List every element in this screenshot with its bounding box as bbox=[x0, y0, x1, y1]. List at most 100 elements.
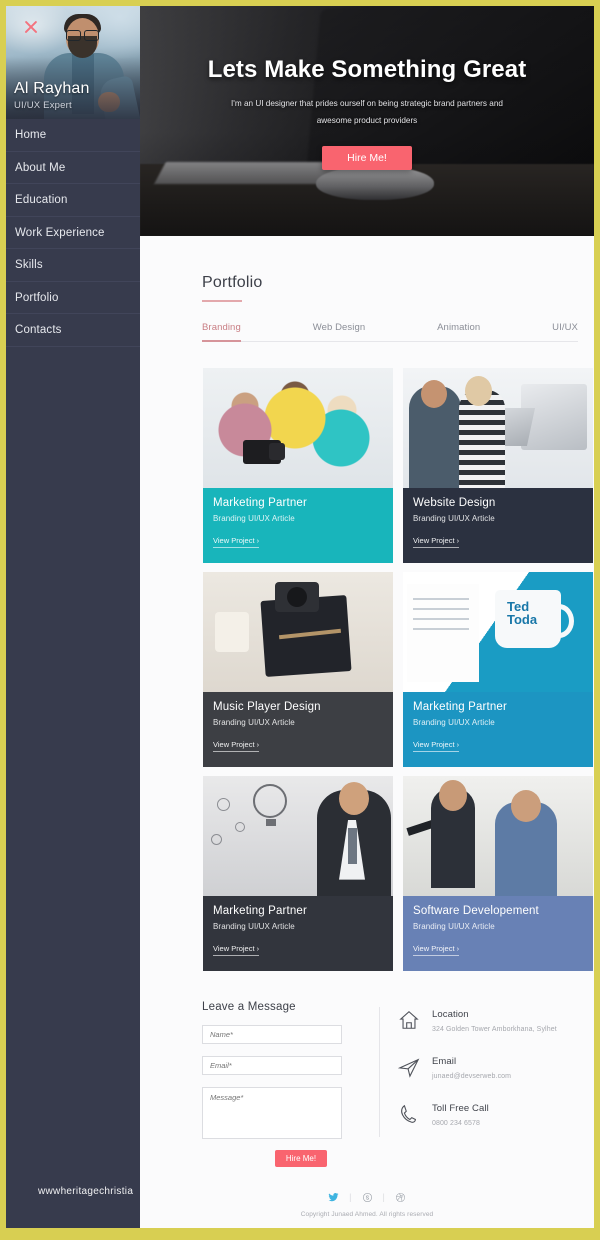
info-label: Toll Free Call bbox=[431, 1102, 489, 1114]
info-value: 324 Golden Tower Amborkhana, Sylhet bbox=[431, 1025, 557, 1033]
sidebar-item-about-me[interactable]: About Me bbox=[6, 152, 140, 184]
glasses-icon bbox=[66, 30, 99, 41]
sidebar-item-portfolio[interactable]: Portfolio bbox=[6, 282, 140, 314]
card-title: Marketing Partner bbox=[213, 904, 307, 917]
sidebar-item-home[interactable]: Home bbox=[6, 119, 140, 152]
copyright-text: Copyright Junaed Ahmed. All rights reser… bbox=[300, 1210, 434, 1218]
hero-subtitle: I'm an UI designer that prides ourself o… bbox=[231, 99, 503, 125]
home-icon bbox=[398, 1009, 432, 1036]
card-title: Marketing Partner bbox=[213, 496, 307, 509]
tab-ui-ux[interactable]: UI/UX bbox=[552, 322, 578, 342]
skype-icon[interactable] bbox=[361, 1191, 374, 1204]
info-value: junaed@devserweb.com bbox=[431, 1072, 512, 1080]
card-subtitle: Branding UI/UX Article bbox=[213, 717, 295, 727]
portfolio-tabs: Branding Web Design Animation UI/UX bbox=[202, 322, 578, 342]
message-field[interactable] bbox=[202, 1086, 342, 1139]
contact-info: Location 324 Golden Tower Amborkhana, Sy… bbox=[397, 1001, 578, 1167]
portfolio-card[interactable]: Marketing Partner Branding UI/UX Article… bbox=[203, 775, 393, 971]
portfolio-grid: Marketing Partner Branding UI/UX Article… bbox=[202, 367, 593, 971]
sidebar: Al Rayhan UI/UX Expert Home About Me Edu… bbox=[6, 6, 140, 1228]
card-image bbox=[203, 367, 393, 488]
person-head bbox=[511, 789, 541, 822]
hire-me-button-hero[interactable]: Hire Me! bbox=[322, 145, 412, 170]
phone-icon bbox=[398, 1103, 432, 1130]
view-project-link[interactable]: View Project › bbox=[413, 740, 460, 752]
card-title: Music Player Design bbox=[213, 700, 321, 713]
page-title: Portfolio bbox=[202, 274, 263, 291]
contact-info-row: Toll Free Call 0800 234 6578 bbox=[398, 1103, 578, 1130]
portfolio-card[interactable]: Marketing Partner Branding UI/UX Article… bbox=[203, 367, 393, 563]
card-title: Software Developement bbox=[413, 904, 539, 917]
candle-shape bbox=[215, 611, 249, 652]
hire-me-button-form[interactable]: Hire Me! bbox=[275, 1149, 327, 1167]
card-subtitle: Branding UI/UX Article bbox=[213, 921, 295, 931]
mug-text: Ted Toda bbox=[507, 598, 538, 628]
send-icon bbox=[397, 1056, 432, 1083]
card-image: Ted Toda bbox=[403, 571, 593, 692]
email-field[interactable] bbox=[202, 1055, 342, 1075]
sidebar-item-education[interactable]: Education bbox=[6, 184, 140, 217]
person-head bbox=[339, 781, 369, 815]
tab-animation[interactable]: Animation bbox=[437, 322, 480, 342]
hero-banner: Lets Make Something Great I'm an UI desi… bbox=[140, 6, 594, 236]
title-underline bbox=[202, 300, 242, 302]
page-root: Al Rayhan UI/UX Expert Home About Me Edu… bbox=[0, 0, 600, 1240]
card-body: Marketing Partner Branding UI/UX Article… bbox=[403, 691, 593, 767]
card-body: Music Player Design Branding UI/UX Artic… bbox=[203, 691, 393, 767]
card-image bbox=[203, 775, 393, 896]
bulb-icon bbox=[211, 833, 222, 845]
view-project-link[interactable]: View Project › bbox=[413, 536, 460, 548]
name-field[interactable] bbox=[202, 1024, 342, 1044]
card-subtitle: Branding UI/UX Article bbox=[413, 921, 495, 931]
dribbble-icon[interactable] bbox=[394, 1191, 407, 1204]
camera-icon bbox=[243, 439, 285, 464]
tab-branding[interactable]: Branding bbox=[202, 322, 241, 342]
lamp-shape bbox=[406, 819, 434, 836]
social-links: | | bbox=[140, 1191, 594, 1204]
hero-content: Lets Make Something Great I'm an UI desi… bbox=[140, 6, 594, 236]
footer: | | Copyright Junaed Ahmed. All rights r… bbox=[140, 1191, 594, 1228]
close-icon[interactable] bbox=[22, 18, 40, 36]
view-project-link[interactable]: View Project › bbox=[213, 536, 260, 548]
hero-title: Lets Make Something Great bbox=[207, 56, 527, 83]
camera-icon bbox=[275, 581, 319, 612]
card-subtitle: Branding UI/UX Article bbox=[413, 717, 495, 727]
card-title: Website Design bbox=[413, 496, 496, 509]
sidebar-item-work-experience[interactable]: Work Experience bbox=[6, 217, 140, 249]
portfolio-card[interactable]: Ted Toda Marketing Partner Branding UI/UX… bbox=[403, 571, 593, 767]
tab-web-design[interactable]: Web Design bbox=[313, 322, 366, 342]
portfolio-card[interactable]: Music Player Design Branding UI/UX Artic… bbox=[203, 571, 393, 767]
card-body: Marketing Partner Branding UI/UX Article… bbox=[203, 895, 393, 971]
tie-shape bbox=[348, 827, 357, 864]
view-project-link[interactable]: View Project › bbox=[213, 944, 260, 956]
vertical-divider bbox=[379, 1006, 380, 1137]
main-content: Lets Make Something Great I'm an UI desi… bbox=[140, 6, 594, 1228]
portfolio-card[interactable]: Website Design Branding UI/UX Article Vi… bbox=[403, 367, 593, 563]
contact-info-row: Email junaed@devserweb.com bbox=[397, 1056, 578, 1083]
sidebar-nav: Home About Me Education Work Experience … bbox=[6, 119, 140, 347]
info-value: 0800 234 6578 bbox=[431, 1119, 480, 1127]
portfolio-card[interactable]: Software Developement Branding UI/UX Art… bbox=[403, 775, 593, 971]
view-project-link[interactable]: View Project › bbox=[413, 944, 460, 956]
person-head bbox=[465, 375, 492, 406]
sidebar-item-skills[interactable]: Skills bbox=[6, 249, 140, 282]
card-image bbox=[203, 571, 393, 692]
card-body: Website Design Branding UI/UX Article Vi… bbox=[403, 487, 593, 563]
card-subtitle: Branding UI/UX Article bbox=[413, 513, 495, 523]
card-subtitle: Branding UI/UX Article bbox=[213, 513, 295, 523]
card-title: Marketing Partner bbox=[413, 700, 507, 713]
portfolio-section: Portfolio Branding Web Design Animation … bbox=[140, 236, 594, 971]
page-frame: Al Rayhan UI/UX Expert Home About Me Edu… bbox=[6, 6, 594, 1228]
twitter-icon[interactable] bbox=[327, 1191, 340, 1204]
profile-header: Al Rayhan UI/UX Expert bbox=[6, 6, 140, 119]
info-label: Location bbox=[431, 1008, 469, 1020]
view-project-link[interactable]: View Project › bbox=[213, 740, 260, 752]
form-title: Leave a Message bbox=[202, 1000, 296, 1013]
card-image bbox=[403, 367, 593, 488]
person-head bbox=[421, 379, 447, 408]
profile-role: UI/UX Expert bbox=[14, 100, 72, 111]
contact-info-row: Location 324 Golden Tower Amborkhana, Sy… bbox=[398, 1009, 578, 1036]
separator: | bbox=[382, 1192, 385, 1203]
lightbulb-icon bbox=[253, 783, 287, 826]
sidebar-item-contacts[interactable]: Contacts bbox=[6, 314, 140, 347]
